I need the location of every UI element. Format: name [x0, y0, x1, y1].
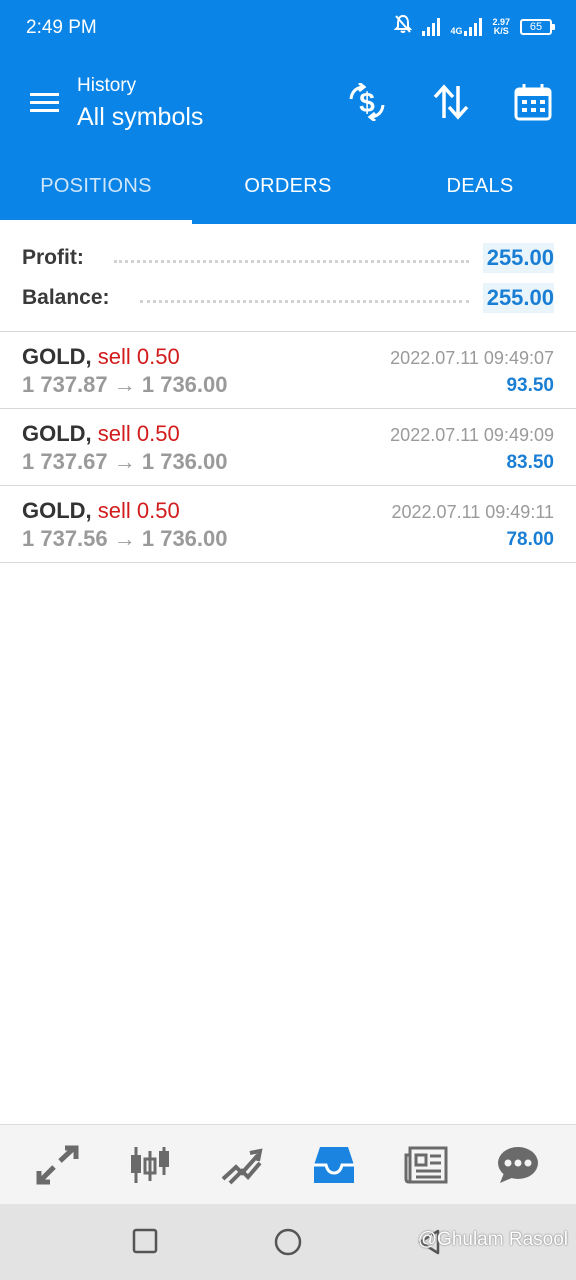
position-profit: 83.50	[506, 452, 554, 473]
status-icons: 4G 2.97 K/S 65	[394, 14, 555, 39]
tab-bar: POSITIONS ORDERS DEALS	[0, 148, 576, 224]
position-prices: 1 737.67 → 1 736.00	[22, 449, 228, 474]
status-bar: 2:49 PM 4G 2.97 K/S 65	[0, 0, 576, 58]
balance-label: Balance:	[22, 286, 110, 309]
watermark: @Ghulam Rasool	[417, 1229, 568, 1250]
position-symbol: GOLD, sell 0.50	[22, 344, 180, 369]
signal-icon	[422, 17, 441, 36]
messages-icon[interactable]	[492, 1139, 544, 1191]
profit-label: Profit:	[22, 246, 84, 269]
position-side: sell 0.50	[97, 421, 180, 446]
position-row[interactable]: GOLD, sell 0.50 1 737.56 → 1 736.00 2022…	[0, 486, 576, 563]
quotes-icon[interactable]	[32, 1139, 84, 1191]
app-bar-title[interactable]: All symbols	[77, 103, 203, 132]
status-time: 2:49 PM	[26, 17, 97, 38]
bell-off-icon	[394, 14, 413, 39]
dollar-sync-icon[interactable]: $	[345, 80, 389, 124]
balance-row: Balance: 255.00	[22, 278, 554, 318]
net-speed-unit: K/S	[493, 25, 509, 36]
bottom-navigation	[0, 1124, 576, 1204]
battery-icon: 65	[520, 18, 555, 35]
position-row[interactable]: GOLD, sell 0.50 1 737.67 → 1 736.00 2022…	[0, 409, 576, 486]
history-icon[interactable]	[308, 1139, 360, 1191]
trade-icon[interactable]	[216, 1139, 268, 1191]
position-prices: 1 737.56 → 1 736.00	[22, 526, 228, 551]
sort-icon[interactable]	[429, 80, 473, 124]
dotted-leader	[139, 299, 469, 303]
app-bar: History All symbols $	[0, 58, 576, 148]
position-time: 2022.07.11 09:49:11	[391, 502, 554, 522]
app-bar-subtitle: History	[77, 75, 137, 96]
position-profit: 78.00	[506, 529, 554, 550]
position-side: sell 0.50	[97, 498, 180, 523]
dotted-leader	[113, 259, 469, 263]
tab-orders[interactable]: ORDERS	[192, 148, 384, 224]
tab-deals[interactable]: DEALS	[384, 148, 576, 224]
position-side: sell 0.50	[97, 344, 180, 369]
position-prices: 1 737.87 → 1 736.00	[22, 372, 228, 397]
account-summary: Profit: 255.00 Balance: 255.00	[0, 224, 576, 332]
profit-value: 255.00	[482, 243, 554, 273]
system-navigation: @Ghulam Rasool	[0, 1204, 576, 1280]
recents-icon[interactable]	[132, 1228, 160, 1256]
signal-icon-2	[464, 17, 483, 36]
menu-icon[interactable]	[30, 93, 59, 113]
calendar-icon[interactable]	[511, 80, 555, 124]
position-row[interactable]: GOLD, sell 0.50 1 737.87 → 1 736.00 2022…	[0, 332, 576, 409]
network-type: 4G	[450, 25, 463, 36]
position-time: 2022.07.11 09:49:09	[390, 425, 554, 445]
profit-row: Profit: 255.00	[22, 238, 554, 278]
position-time: 2022.07.11 09:49:07	[390, 348, 554, 368]
news-icon[interactable]	[400, 1139, 452, 1191]
chart-icon[interactable]	[124, 1139, 176, 1191]
position-symbol: GOLD, sell 0.50	[22, 421, 180, 446]
balance-value: 255.00	[482, 283, 554, 313]
position-symbol: GOLD, sell 0.50	[22, 498, 180, 523]
home-icon[interactable]	[274, 1228, 302, 1256]
tab-positions[interactable]: POSITIONS	[0, 148, 192, 224]
position-profit: 93.50	[506, 375, 554, 396]
